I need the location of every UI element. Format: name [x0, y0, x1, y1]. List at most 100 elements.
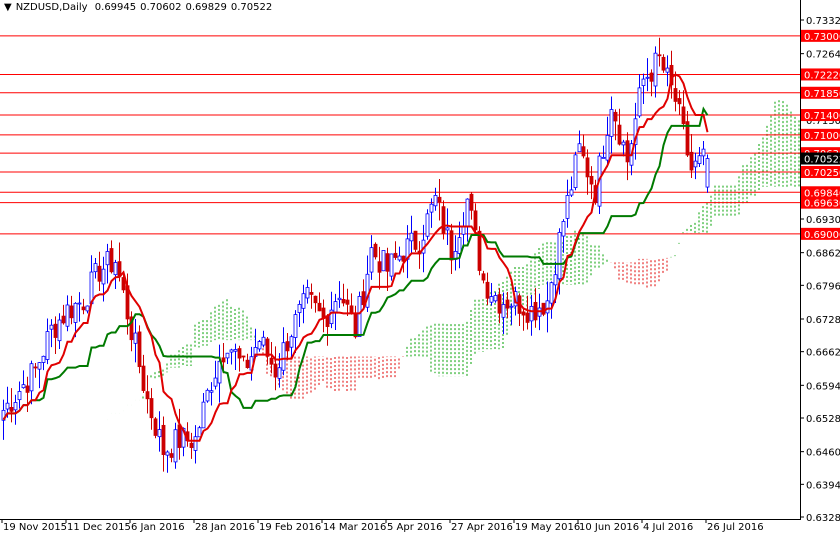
- candle-body: [201, 401, 206, 429]
- candle: [21, 370, 26, 389]
- candle-body: [673, 88, 678, 102]
- candle-body: [457, 237, 462, 254]
- candle-body: [489, 296, 494, 303]
- candle-body: [197, 427, 202, 438]
- candle: [305, 279, 310, 304]
- candle: [493, 292, 498, 303]
- candle: [225, 352, 230, 365]
- candle-body: [617, 124, 622, 145]
- candle-body: [497, 294, 502, 314]
- candle: [677, 90, 682, 115]
- candle: [97, 251, 102, 291]
- candle: [269, 342, 274, 374]
- candle-body: [549, 282, 554, 304]
- candle-body: [97, 265, 102, 282]
- candle-body: [389, 253, 394, 277]
- candle: [185, 422, 190, 447]
- candle-body: [653, 52, 658, 87]
- symbol-label: NZDUSD,Daily: [15, 2, 88, 13]
- candle-body: [449, 230, 454, 261]
- candle-body: [337, 297, 342, 301]
- candle-body: [169, 453, 174, 458]
- chart-window[interactable]: 0.733200.726400.713000.693000.686200.679…: [0, 0, 840, 534]
- dropdown-triangle-icon[interactable]: ▼: [4, 2, 12, 13]
- open-value: 0.69945: [94, 2, 137, 13]
- candle: [153, 417, 158, 439]
- level-price-label: 0.72220: [804, 70, 840, 81]
- candle: [145, 375, 150, 414]
- candle: [685, 110, 690, 158]
- candle-body: [101, 268, 106, 285]
- candle-body: [229, 349, 234, 353]
- time-tick-label: 19 Feb 2016: [259, 522, 321, 533]
- level-price-label: 0.69630: [804, 199, 840, 210]
- candle-body: [565, 195, 570, 219]
- candle: [65, 295, 70, 332]
- candle-body: [109, 248, 114, 273]
- candle-body: [445, 227, 450, 231]
- candle: [349, 293, 354, 315]
- level-price-label: 0.71400: [804, 111, 840, 122]
- candle-body: [461, 226, 466, 235]
- candle-body: [313, 295, 318, 304]
- candle: [337, 281, 342, 308]
- candle: [661, 54, 666, 73]
- candle-body: [641, 78, 646, 86]
- price-tick-label: 0.65940: [806, 381, 840, 392]
- candle: [405, 225, 410, 279]
- candle-body: [541, 302, 546, 315]
- candle-body: [637, 87, 642, 117]
- candle-body: [233, 349, 238, 352]
- time-tick-label: 10 Jun 2016: [579, 522, 639, 533]
- candle-body: [53, 323, 58, 338]
- candle: [441, 200, 446, 240]
- candle: [69, 295, 74, 325]
- high-value: 0.70602: [140, 2, 182, 13]
- candle: [245, 353, 250, 369]
- candle-body: [317, 302, 322, 312]
- candle: [449, 223, 454, 274]
- candle: [517, 293, 522, 327]
- candle-body: [161, 424, 166, 455]
- candle: [205, 388, 210, 403]
- candle: [61, 304, 66, 325]
- candle-body: [525, 312, 530, 323]
- level-price-label: 0.70250: [804, 168, 840, 179]
- candle-body: [41, 355, 46, 363]
- candle-body: [77, 302, 82, 305]
- candle-body: [381, 250, 386, 272]
- candle: [485, 272, 490, 305]
- candle-body: [553, 274, 558, 286]
- candle: [233, 343, 238, 371]
- level-price-label: 0.71850: [804, 89, 840, 100]
- candle: [621, 139, 626, 157]
- candle-body: [501, 304, 506, 318]
- candle: [549, 281, 554, 319]
- candle-body: [241, 355, 246, 358]
- candle: [377, 246, 382, 290]
- candle-body: [505, 299, 510, 309]
- candle-body: [189, 442, 194, 449]
- candle-body: [289, 336, 294, 348]
- candle: [589, 166, 594, 200]
- candle-body: [73, 302, 78, 323]
- candle: [505, 291, 510, 319]
- candle: [77, 292, 82, 322]
- candle-body: [493, 295, 498, 302]
- candle: [285, 333, 290, 360]
- candle-body: [369, 247, 374, 273]
- candle-body: [93, 263, 98, 273]
- candle-body: [373, 243, 378, 258]
- candle-body: [205, 389, 210, 402]
- time-tick-label: 4 Jul 2016: [643, 522, 693, 533]
- candle: [393, 241, 398, 260]
- candle: [165, 450, 170, 473]
- time-tick-label: 28 Jan 2016: [195, 522, 255, 533]
- candle: [237, 345, 242, 372]
- candle-body: [113, 262, 118, 276]
- candle: [569, 176, 574, 197]
- price-chart[interactable]: 0.733200.726400.713000.693000.686200.679…: [0, 0, 840, 534]
- candle-body: [601, 156, 606, 159]
- candle: [413, 230, 418, 252]
- candle: [25, 376, 30, 413]
